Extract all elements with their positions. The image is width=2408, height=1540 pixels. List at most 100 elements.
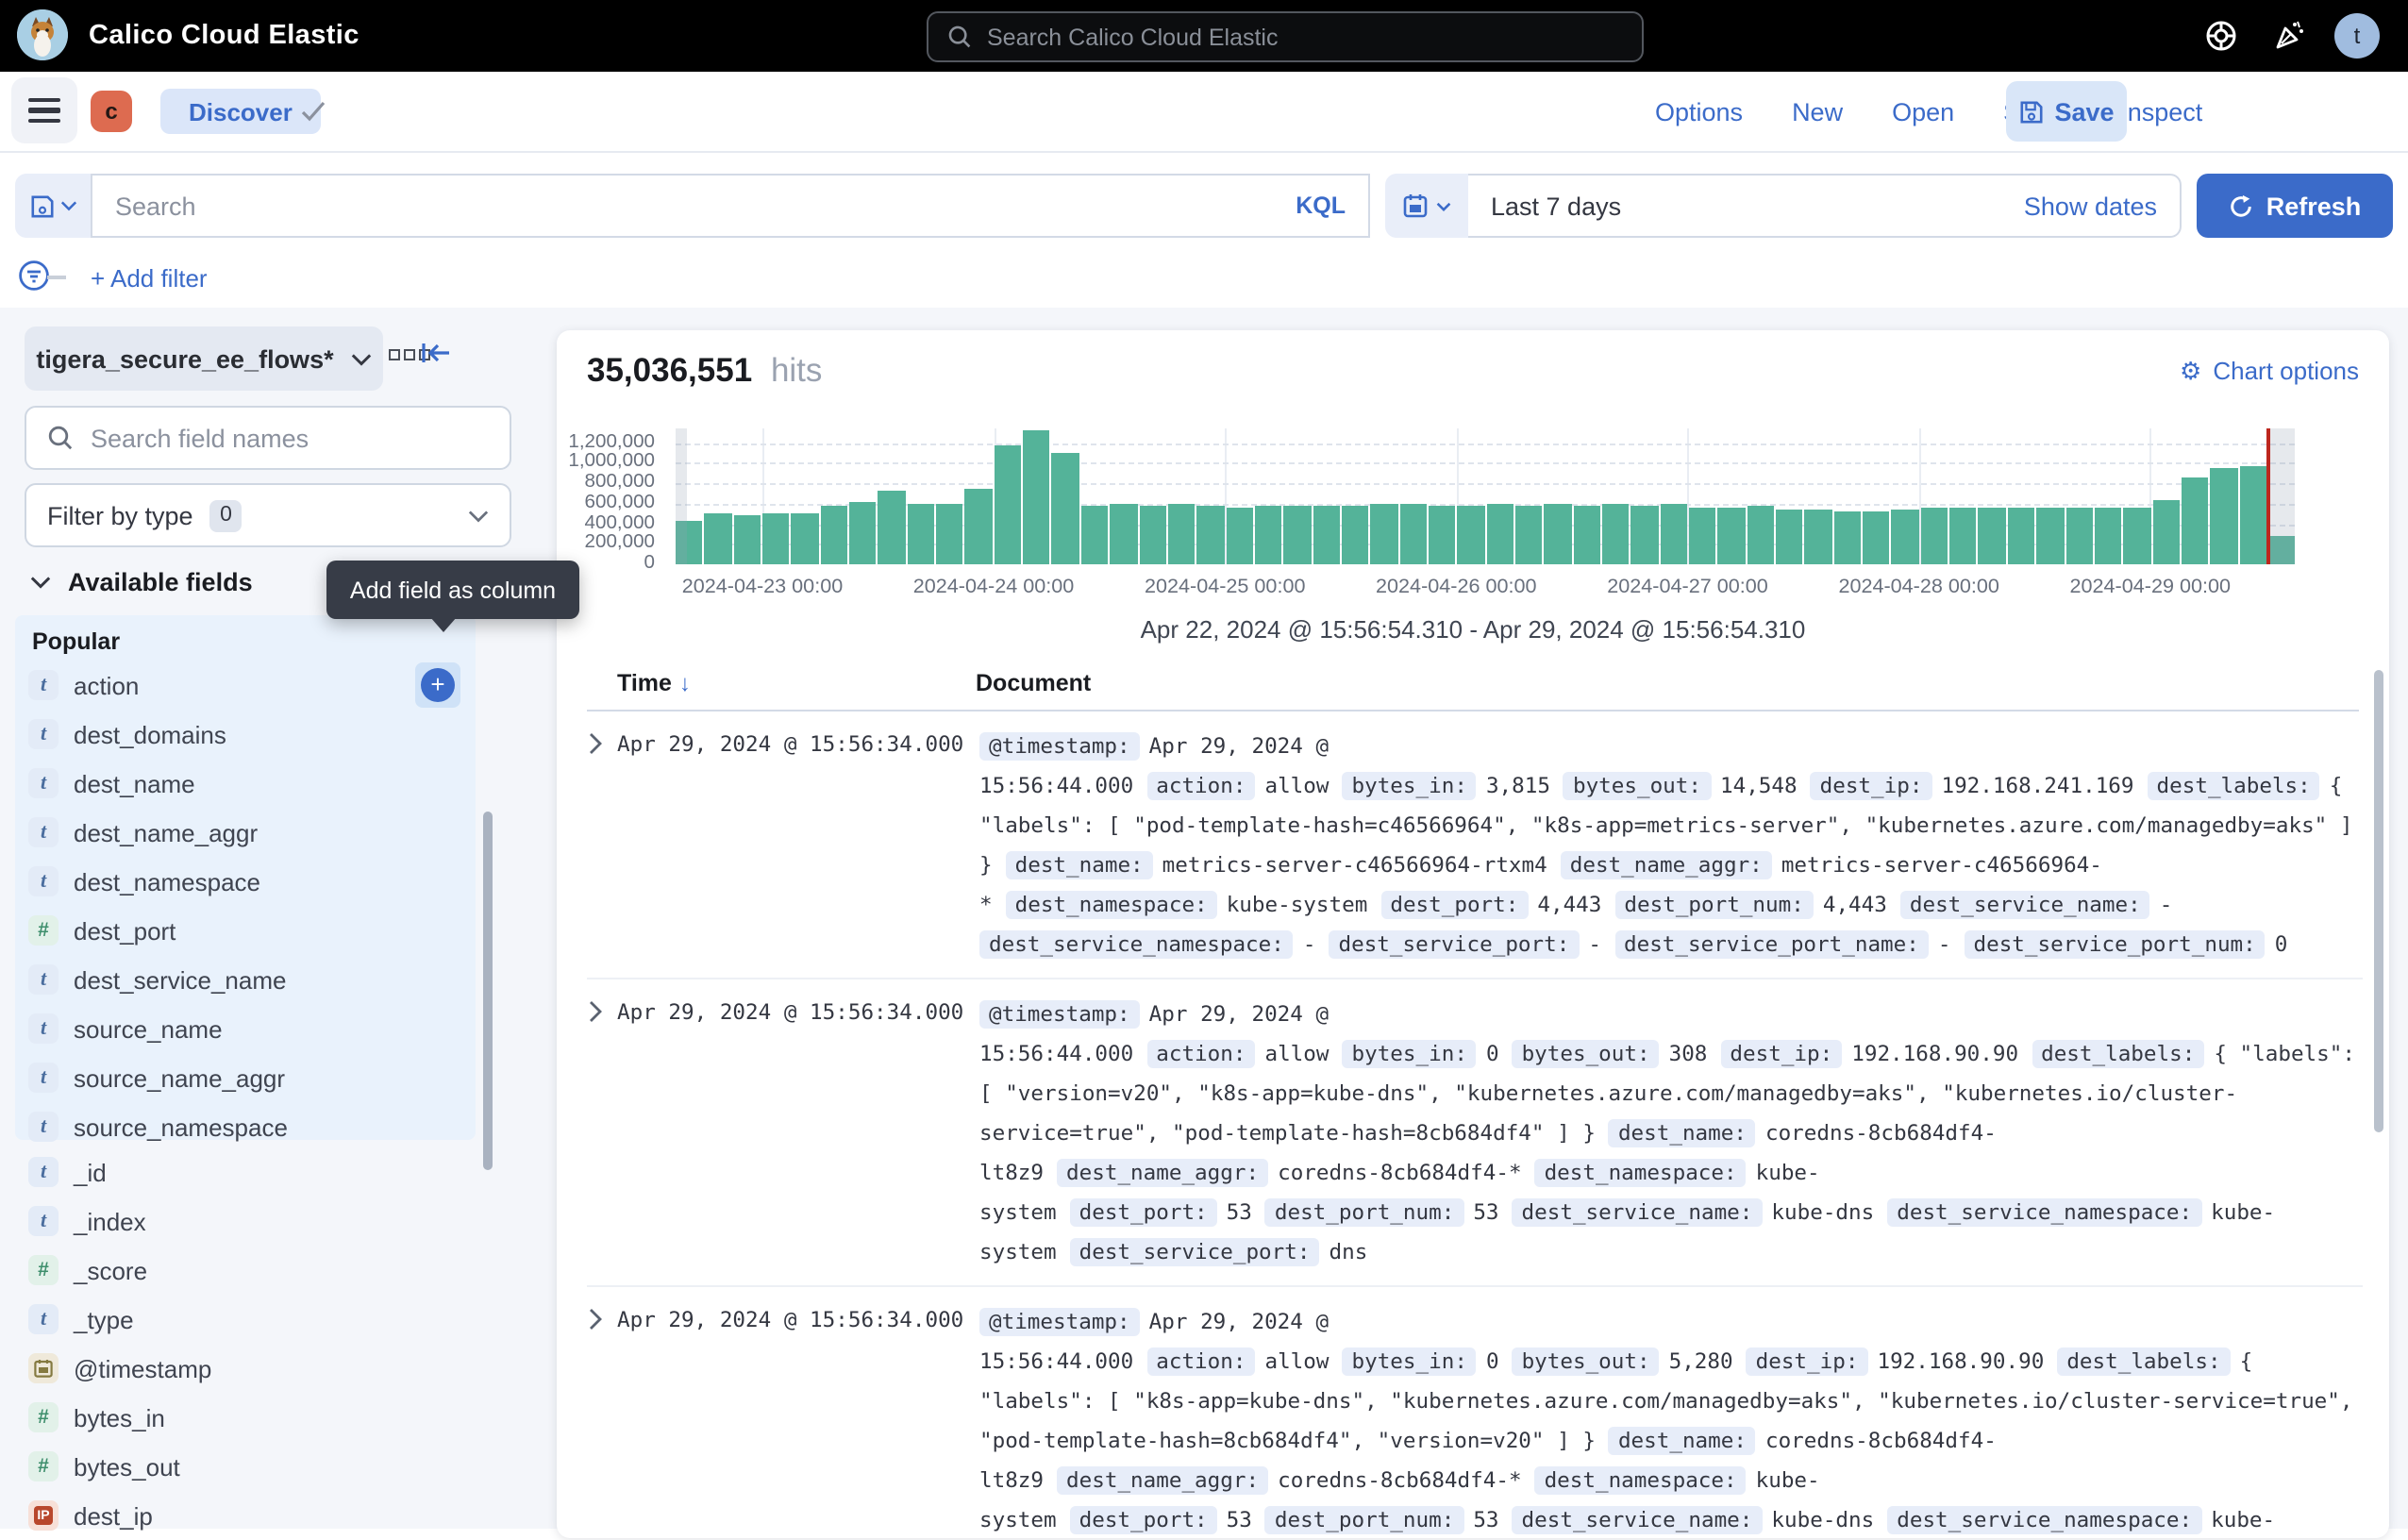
- histogram-bar[interactable]: [1313, 506, 1340, 564]
- sidebar-field-action[interactable]: taction+: [15, 661, 476, 710]
- query-language-button[interactable]: KQL: [1296, 192, 1346, 219]
- histogram-bar[interactable]: [1776, 509, 1803, 564]
- sort-descending-icon[interactable]: ↓: [679, 670, 691, 696]
- user-avatar[interactable]: t: [2334, 13, 2380, 59]
- histogram-bar[interactable]: [733, 515, 761, 564]
- histogram-bar[interactable]: [1081, 506, 1109, 564]
- saved-query-menu-button[interactable]: [15, 174, 91, 238]
- time-range-control[interactable]: Last 7 days Show dates: [1468, 174, 2182, 238]
- sidebar-field-dest_domains[interactable]: tdest_domains: [15, 710, 476, 759]
- space-avatar[interactable]: c: [91, 91, 132, 132]
- whats-new-icon[interactable]: [2272, 19, 2306, 53]
- sidebar-field-dest_service_name[interactable]: tdest_service_name: [15, 955, 476, 1004]
- histogram-bar[interactable]: [1545, 504, 1572, 564]
- histogram-bar[interactable]: [908, 504, 935, 564]
- save-button[interactable]: Save: [2006, 81, 2127, 142]
- toolbar-menu-options[interactable]: Options: [1655, 98, 1743, 126]
- histogram-bar[interactable]: [1342, 506, 1369, 564]
- sidebar-field-_type[interactable]: t_type: [15, 1295, 476, 1344]
- toolbar-menu-new[interactable]: New: [1792, 98, 1843, 126]
- app-logo[interactable]: [17, 9, 68, 60]
- filter-options-icon[interactable]: [17, 259, 51, 293]
- histogram-bar[interactable]: [1515, 506, 1543, 564]
- histogram-bar[interactable]: [2123, 507, 2150, 564]
- histogram-bar[interactable]: [995, 444, 1022, 564]
- histogram-bar[interactable]: [1747, 505, 1774, 564]
- toolbar-menu-inspect[interactable]: Inspect: [2120, 98, 2202, 126]
- sidebar-field-dest_ip[interactable]: IPdest_ip: [15, 1491, 476, 1540]
- histogram-bar[interactable]: [965, 488, 993, 564]
- available-fields-section[interactable]: Available fields: [30, 568, 253, 596]
- sidebar-field-dest_namespace[interactable]: tdest_namespace: [15, 857, 476, 906]
- refresh-button[interactable]: Refresh: [2197, 174, 2393, 238]
- histogram-bar[interactable]: [2182, 477, 2209, 564]
- breadcrumb[interactable]: Discover: [160, 89, 321, 134]
- field-search-input[interactable]: Search field names: [25, 406, 511, 470]
- histogram-bar[interactable]: [1458, 505, 1485, 564]
- histogram-bar[interactable]: [2095, 508, 2122, 564]
- histogram-bar[interactable]: [878, 491, 906, 564]
- histogram-bar[interactable]: [1486, 505, 1513, 564]
- histogram-bar[interactable]: [1602, 504, 1630, 564]
- sidebar-field-_score[interactable]: #_score: [15, 1246, 476, 1295]
- table-scrollbar[interactable]: [2374, 670, 2383, 1132]
- sidebar-scrollbar[interactable]: [483, 812, 493, 1170]
- global-search-input[interactable]: Search Calico Cloud Elastic: [927, 11, 1644, 62]
- histogram-bar[interactable]: [2239, 467, 2266, 564]
- histogram-bar[interactable]: [1283, 505, 1311, 564]
- histogram-bar[interactable]: [1660, 505, 1687, 564]
- toolbar-menu-open[interactable]: Open: [1892, 98, 1954, 126]
- histogram-bar[interactable]: [1052, 453, 1079, 564]
- histogram-bar[interactable]: [792, 512, 819, 564]
- histogram-bar[interactable]: [849, 501, 877, 564]
- histogram-bar[interactable]: [2008, 508, 2035, 564]
- time-range-value[interactable]: Last 7 days: [1491, 192, 1621, 220]
- sidebar-field-dest_name[interactable]: tdest_name: [15, 759, 476, 808]
- histogram-bar[interactable]: [1023, 429, 1050, 564]
- histogram-bar[interactable]: [1805, 511, 1832, 564]
- histogram-bar[interactable]: [1863, 511, 1890, 564]
- histogram-bar[interactable]: [1892, 509, 1919, 564]
- sidebar-field-bytes_out[interactable]: #bytes_out: [15, 1442, 476, 1491]
- chart-options-button[interactable]: ⚙ Chart options: [2180, 357, 2359, 385]
- histogram-bar[interactable]: [1226, 507, 1253, 564]
- histogram-bar[interactable]: [1949, 508, 1977, 564]
- histogram-bar[interactable]: [1573, 505, 1600, 564]
- histogram-bar[interactable]: [936, 505, 963, 564]
- histogram-bar[interactable]: [1979, 508, 2006, 564]
- histogram-bar[interactable]: [705, 513, 732, 564]
- date-picker-button[interactable]: [1385, 174, 1468, 238]
- help-icon[interactable]: [2204, 19, 2238, 53]
- histogram-bar[interactable]: [762, 514, 790, 564]
- histogram-bar[interactable]: [1196, 506, 1224, 564]
- histogram-bar[interactable]: [2036, 508, 2064, 564]
- histogram-bar[interactable]: [1371, 505, 1398, 564]
- time-column-header[interactable]: Time ↓: [617, 670, 691, 696]
- sidebar-field-_id[interactable]: t_id: [15, 1147, 476, 1197]
- histogram-bar[interactable]: [2210, 468, 2237, 564]
- histogram-bar[interactable]: [1255, 505, 1282, 564]
- collapse-sidebar-icon[interactable]: [421, 342, 451, 364]
- query-input[interactable]: Search KQL: [91, 174, 1370, 238]
- histogram-bar[interactable]: [1718, 507, 1746, 564]
- histogram-bar[interactable]: [820, 507, 847, 564]
- sidebar-field-source_namespace[interactable]: tsource_namespace: [15, 1102, 476, 1151]
- expand-row-button[interactable]: [587, 995, 617, 1023]
- histogram-bar[interactable]: [1429, 505, 1456, 564]
- histogram-bar[interactable]: [1139, 507, 1166, 564]
- index-pattern-selector[interactable]: tigera_secure_ee_flows*: [25, 326, 383, 391]
- sidebar-field-dest_port[interactable]: #dest_port: [15, 906, 476, 955]
- expand-row-button[interactable]: [587, 1302, 617, 1331]
- filter-by-type-dropdown[interactable]: Filter by type 0: [25, 483, 511, 547]
- histogram-bar[interactable]: [1631, 505, 1659, 564]
- histogram-bar[interactable]: [1168, 505, 1196, 564]
- histogram-bar[interactable]: [1110, 505, 1137, 564]
- sidebar-field-source_name_aggr[interactable]: tsource_name_aggr: [15, 1053, 476, 1102]
- add-field-as-column-button[interactable]: +: [415, 662, 460, 708]
- histogram-bar[interactable]: [1399, 505, 1427, 564]
- histogram-bar[interactable]: [1834, 512, 1862, 564]
- histogram-plot[interactable]: [676, 428, 2295, 564]
- histogram-bar[interactable]: [1921, 508, 1948, 564]
- add-filter-button[interactable]: + Add filter: [91, 264, 208, 293]
- sidebar-field-dest_name_aggr[interactable]: tdest_name_aggr: [15, 808, 476, 857]
